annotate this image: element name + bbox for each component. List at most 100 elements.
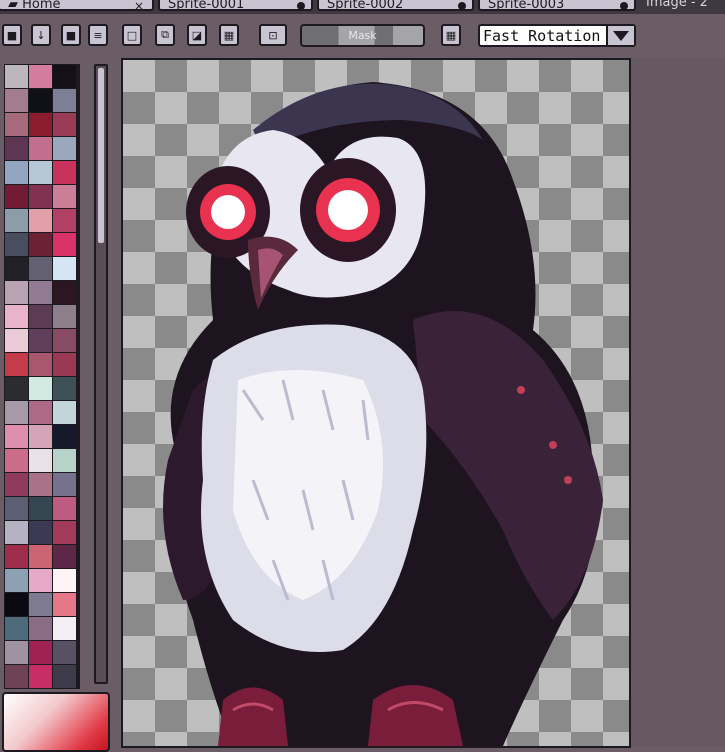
tab-sprite-0001[interactable]: Sprite-0001 — [158, 0, 313, 11]
palette-swatch[interactable] — [53, 161, 76, 184]
palette-swatch[interactable] — [53, 473, 76, 496]
palette-swatch[interactable] — [29, 329, 52, 352]
palette-swatch[interactable] — [29, 65, 52, 88]
palette-swatch[interactable] — [29, 233, 52, 256]
palette-swatch[interactable] — [5, 305, 28, 328]
palette-swatch[interactable] — [29, 161, 52, 184]
palette-swatch[interactable] — [29, 497, 52, 520]
palette-swatch[interactable] — [53, 521, 76, 544]
palette-swatch[interactable] — [29, 641, 52, 664]
tab-sprite-0002[interactable]: Sprite-0002 — [317, 0, 474, 11]
palette-swatch[interactable] — [5, 377, 28, 400]
palette-swatch[interactable] — [53, 353, 76, 376]
palette-swatch[interactable] — [29, 593, 52, 616]
palette-swatch[interactable] — [53, 233, 76, 256]
palette-swatch[interactable] — [5, 665, 28, 688]
palette-swatch[interactable] — [53, 425, 76, 448]
palette-swatch[interactable] — [29, 257, 52, 280]
palette-swatch[interactable] — [53, 257, 76, 280]
palette-scrollbar[interactable] — [94, 64, 108, 684]
palette-swatch[interactable] — [29, 521, 52, 544]
palette-swatch[interactable] — [5, 497, 28, 520]
palette-swatch[interactable] — [5, 353, 28, 376]
palette-swatch[interactable] — [53, 377, 76, 400]
palette-swatch[interactable] — [29, 377, 52, 400]
color-preview[interactable] — [2, 692, 110, 752]
palette-swatch[interactable] — [53, 641, 76, 664]
palette-swatch[interactable] — [53, 569, 76, 592]
palette-swatch[interactable] — [29, 569, 52, 592]
palette-swatch[interactable] — [29, 425, 52, 448]
palette-swatch[interactable] — [5, 233, 28, 256]
palette-swatch[interactable] — [53, 449, 76, 472]
palette-swatch[interactable] — [53, 137, 76, 160]
palette-swatch[interactable] — [53, 89, 76, 112]
palette-options-button[interactable]: ≡ — [88, 24, 108, 46]
palette-swatch[interactable] — [29, 113, 52, 136]
palette-swatch[interactable] — [5, 593, 28, 616]
palette-swatch[interactable] — [53, 665, 76, 688]
palette-swatch[interactable] — [29, 137, 52, 160]
palette-swatch[interactable] — [5, 449, 28, 472]
palette-swatch[interactable] — [53, 281, 76, 304]
tab-sprite-0003[interactable]: Sprite-0003 — [478, 0, 636, 11]
palette-swatch[interactable] — [5, 641, 28, 664]
palette-swatch[interactable] — [29, 353, 52, 376]
palette-swatch[interactable] — [53, 545, 76, 568]
palette-swatch[interactable] — [5, 89, 28, 112]
rotation-algorithm-select[interactable]: Fast Rotation — [478, 24, 636, 47]
palette-swatch[interactable] — [53, 113, 76, 136]
palette-swatch[interactable] — [5, 425, 28, 448]
palette-swatch[interactable] — [5, 209, 28, 232]
palette-swatch[interactable] — [53, 329, 76, 352]
palette-swatch[interactable] — [29, 545, 52, 568]
palette-menu-button[interactable]: ■ — [61, 24, 81, 46]
palette-swatch[interactable] — [29, 617, 52, 640]
palette-swatch[interactable] — [53, 209, 76, 232]
palette-swatch[interactable] — [53, 65, 76, 88]
sort-palette-button[interactable]: ↓ — [31, 24, 51, 46]
palette-swatch[interactable] — [5, 521, 28, 544]
sprite-canvas[interactable] — [121, 58, 631, 748]
palette-swatch[interactable] — [53, 617, 76, 640]
pivot-button[interactable]: ▦ — [441, 24, 461, 46]
palette-swatch[interactable] — [5, 281, 28, 304]
tab-home[interactable]: ▰ Home × — [0, 0, 154, 11]
palette-swatch[interactable] — [5, 137, 28, 160]
palette-swatch[interactable] — [5, 113, 28, 136]
palette-swatch[interactable] — [29, 449, 52, 472]
chevron-down-icon[interactable] — [606, 26, 634, 45]
palette-swatch[interactable] — [5, 545, 28, 568]
palette-scrollbar-thumb[interactable] — [98, 68, 104, 243]
lock-button[interactable]: ■ — [2, 24, 22, 46]
palette-swatch[interactable] — [29, 665, 52, 688]
selection-intersect-button[interactable]: ▦ — [219, 24, 239, 46]
selection-replace-button[interactable]: □ — [122, 24, 142, 46]
palette-swatch[interactable] — [53, 305, 76, 328]
palette-swatch[interactable] — [29, 473, 52, 496]
palette-swatch[interactable] — [5, 473, 28, 496]
palette-swatch[interactable] — [5, 161, 28, 184]
palette-swatch[interactable] — [29, 305, 52, 328]
palette-swatch[interactable] — [5, 65, 28, 88]
palette-swatch[interactable] — [29, 185, 52, 208]
selection-add-button[interactable]: ⧉ — [155, 24, 175, 46]
palette-swatch[interactable] — [29, 209, 52, 232]
palette-swatch[interactable] — [29, 89, 52, 112]
palette-swatch[interactable] — [29, 401, 52, 424]
palette-swatch[interactable] — [5, 185, 28, 208]
palette-swatch[interactable] — [53, 185, 76, 208]
palette-swatch[interactable] — [5, 257, 28, 280]
palette-swatch[interactable] — [5, 617, 28, 640]
selection-subtract-button[interactable]: ◪ — [187, 24, 207, 46]
palette-swatch[interactable] — [29, 281, 52, 304]
palette-swatch[interactable] — [5, 329, 28, 352]
palette-swatch[interactable] — [53, 497, 76, 520]
palette-swatch[interactable] — [53, 401, 76, 424]
mask-color-slider[interactable]: Mask — [300, 24, 425, 47]
palette-swatch[interactable] — [5, 401, 28, 424]
pixel-perfect-button[interactable]: ⊡ — [259, 24, 287, 46]
palette-swatch[interactable] — [53, 593, 76, 616]
palette-swatch[interactable] — [5, 569, 28, 592]
close-icon[interactable]: × — [134, 0, 144, 9]
